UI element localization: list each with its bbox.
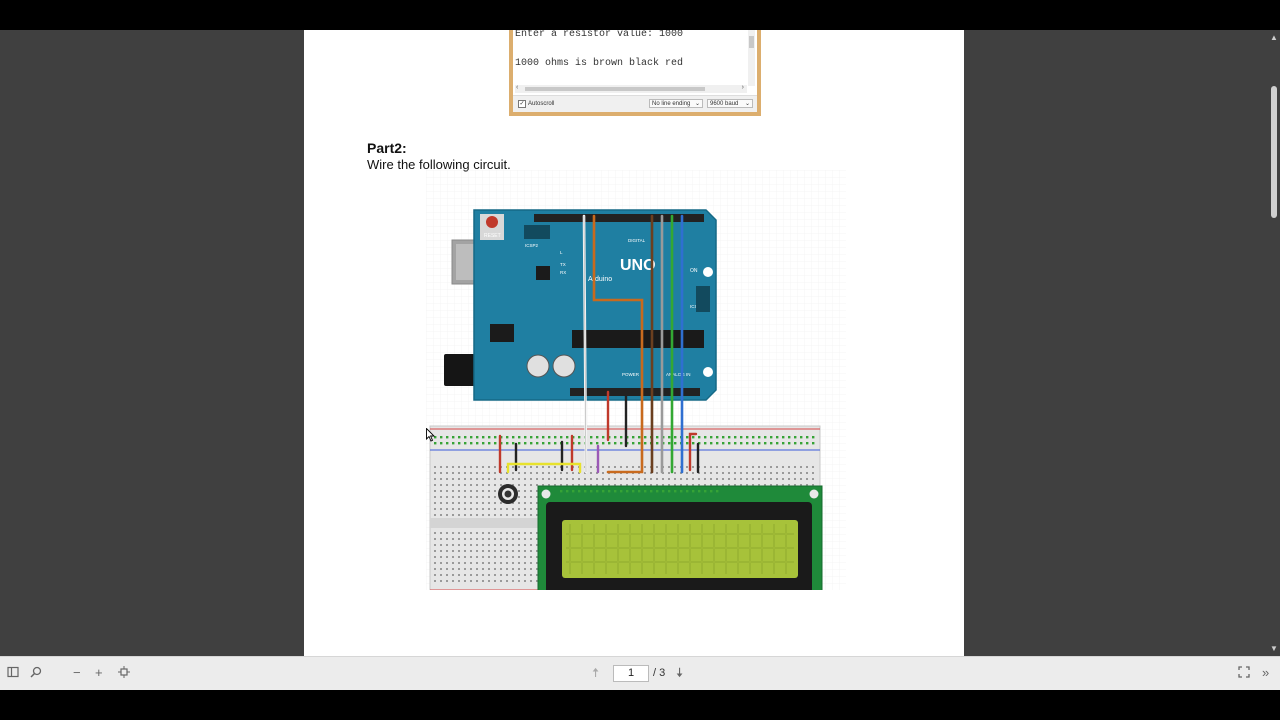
baud-value: 9600 baud (710, 101, 739, 107)
icsp2-label: ICSP2 (525, 243, 539, 248)
analog-label: ANALOG IN (666, 372, 691, 377)
fit-page-icon[interactable] (118, 666, 130, 681)
fullscreen-icon[interactable] (1238, 666, 1250, 681)
more-tools-icon[interactable]: » (1262, 666, 1269, 680)
serial-vertical-scrollbar (748, 30, 755, 86)
reset-label: RESET (484, 233, 501, 239)
serial-line-2: 1000 ohms is brown black red (515, 58, 684, 69)
search-icon[interactable] (30, 666, 42, 681)
chevron-down-icon: ⌄ (744, 101, 750, 107)
document-viewer: Enter a resistor value: 1000 1000 ohms i… (0, 30, 1280, 656)
sidebar-toggle-icon[interactable] (7, 666, 19, 681)
serial-hscroll-thumb (525, 87, 705, 91)
viewer-scroll-thumb[interactable] (1271, 86, 1277, 218)
digital-label: DIGITAL (628, 238, 646, 243)
arrow-down-icon[interactable]: 🠇 (676, 666, 683, 680)
tx-label: TX (560, 262, 566, 267)
zoom-in-icon[interactable]: + (95, 666, 103, 680)
rx-label: RX (560, 270, 566, 275)
power-label: POWER (622, 372, 640, 377)
autoscroll-label: Autoscroll (528, 101, 555, 107)
circuit-diagram: RESET ICSP2 UNO Arduino DIGITAL POWER AN… (426, 170, 846, 590)
chevron-down-icon: ⌄ (694, 101, 700, 107)
serial-bottom-bar: ✓ Autoscroll No line ending ⌄ 9600 baud … (513, 95, 757, 112)
potentiometer (498, 484, 518, 504)
autoscroll-option: ✓ Autoscroll (518, 100, 554, 108)
document-page: Enter a resistor value: 1000 1000 ohms i… (304, 30, 964, 656)
on-label: ON (690, 268, 698, 274)
page-total: / 3 (653, 667, 666, 679)
mouse-cursor-icon (426, 428, 436, 442)
zoom-out-icon[interactable]: − (73, 666, 81, 680)
page-number-input[interactable]: 1 (613, 665, 649, 682)
arrow-up-icon[interactable]: 🠅 (592, 666, 599, 680)
serial-horizontal-scrollbar: ‹ › (515, 84, 747, 93)
part-title: Part2: (367, 140, 407, 156)
lcd-display (537, 485, 823, 590)
serial-monitor-screenshot: Enter a resistor value: 1000 1000 ohms i… (509, 30, 761, 116)
line-ending-value: No line ending (652, 101, 691, 107)
scroll-up-icon[interactable]: ▲ (1270, 33, 1278, 42)
arduino-board: RESET ICSP2 UNO Arduino DIGITAL POWER AN… (444, 209, 717, 401)
autoscroll-checkbox: ✓ (518, 100, 526, 108)
scroll-left-icon: ‹ (516, 84, 519, 91)
viewer-scrollbar[interactable]: ▲ ▼ (1268, 30, 1280, 656)
line-ending-select: No line ending ⌄ (649, 99, 703, 108)
arduino-logo: Arduino (588, 276, 612, 283)
serial-scroll-thumb (749, 36, 754, 48)
viewer-toolbar: − + 🠅 1 / 3 🠇 » (0, 656, 1280, 690)
scroll-down-icon[interactable]: ▼ (1270, 644, 1278, 653)
scroll-right-icon: › (741, 84, 744, 91)
serial-monitor-window: Enter a resistor value: 1000 1000 ohms i… (513, 30, 757, 112)
serial-line-1: Enter a resistor value: 1000 (515, 30, 684, 40)
serial-output: Enter a resistor value: 1000 1000 ohms i… (515, 30, 747, 85)
uno-logo: UNO (620, 257, 656, 274)
baud-select: 9600 baud ⌄ (707, 99, 753, 108)
